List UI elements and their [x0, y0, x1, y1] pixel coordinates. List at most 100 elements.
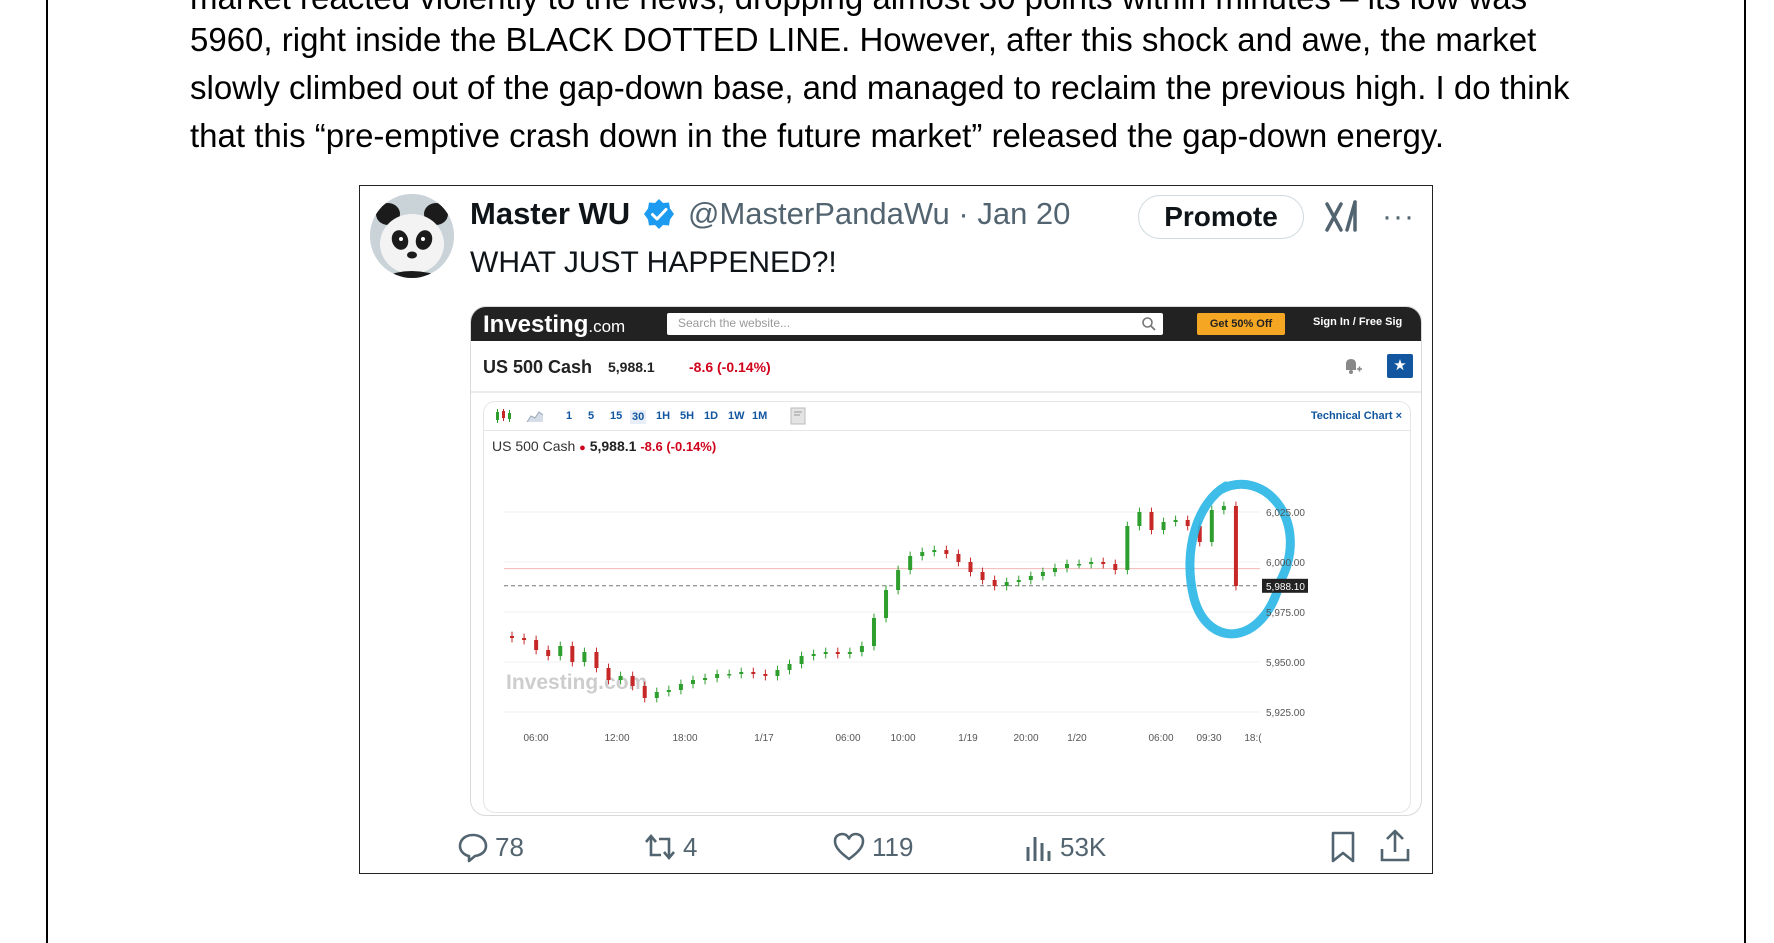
- candle: [1233, 501, 1238, 591]
- reply-count: 78: [495, 831, 524, 862]
- x-tick-label: 06:00: [523, 733, 548, 744]
- y-tick-label: 5,950.00: [1266, 658, 1305, 669]
- reply-button[interactable]: 78: [457, 830, 524, 866]
- candle: [751, 667, 756, 679]
- alert-bell-icon: [1346, 359, 1362, 374]
- candle: [703, 673, 708, 685]
- candle: [1089, 557, 1094, 569]
- analytics-icon: [1026, 837, 1051, 862]
- embedded-screenshot: Investing.com Search the website... Get …: [470, 306, 1422, 816]
- x-tick-label: 06:00: [835, 733, 860, 744]
- candle: [522, 633, 527, 645]
- author-handle-date[interactable]: @MasterPandaWu · Jan 20: [688, 196, 1070, 232]
- candle: [775, 665, 780, 681]
- candle: [835, 647, 840, 659]
- svg-text:5,988.10: 5,988.10: [1266, 582, 1305, 593]
- candle: [715, 669, 720, 683]
- candle: [799, 651, 804, 669]
- heart-icon: [833, 832, 865, 861]
- watchlist-star-icon: ★: [1387, 354, 1413, 378]
- candle: [690, 675, 695, 689]
- candle: [1185, 515, 1190, 531]
- views-button[interactable]: 53K: [1024, 830, 1106, 866]
- sign-in-link: Sign In / Free Sig: [1313, 316, 1403, 328]
- x-tick-label: 20:00: [1013, 733, 1038, 744]
- tweet-actions: 78 4 119 53K: [360, 826, 1432, 870]
- repost-button[interactable]: 4: [643, 830, 697, 866]
- candle: [666, 685, 671, 697]
- candle: [1004, 577, 1009, 591]
- doc-line-2: 5960, right inside the BLACK DOTTED LINE…: [190, 21, 1537, 58]
- candle: [1052, 563, 1057, 577]
- candle: [932, 545, 937, 557]
- doc-line-4: that this “pre-emptive crash down in the…: [190, 117, 1445, 154]
- instrument-header: US 500 Cash 5,988.1 -8.6 (-0.14%) ★: [471, 341, 1421, 393]
- candle: [582, 647, 587, 667]
- instrument-name: US 500 Cash: [483, 357, 593, 377]
- y-tick-label: 6,000.00: [1266, 558, 1305, 569]
- bookmark-icon[interactable]: [1328, 830, 1358, 864]
- candle: [1077, 559, 1082, 569]
- candle: [823, 647, 828, 659]
- page-right-border: [1744, 0, 1746, 943]
- x-tick-label: 06:00: [1148, 733, 1173, 744]
- candle: [739, 667, 744, 679]
- investing-header: Investing.com Search the website... Get …: [471, 307, 1421, 341]
- candle: [1173, 515, 1178, 527]
- investing-watermark: Investing.com: [506, 671, 647, 694]
- verified-badge-icon: [644, 199, 674, 229]
- view-count: 53K: [1060, 831, 1107, 862]
- candle: [1125, 521, 1130, 575]
- x-tick-label: 18:00: [672, 733, 697, 744]
- candle: [1137, 507, 1142, 531]
- candle: [847, 647, 852, 659]
- like-count: 119: [872, 831, 914, 862]
- candle: [594, 647, 599, 673]
- candle: [1028, 571, 1033, 585]
- author-name[interactable]: Master WU: [470, 196, 630, 232]
- candle: [546, 645, 551, 661]
- repost-icon: [645, 834, 675, 861]
- repost-count: 4: [683, 831, 698, 862]
- x-tick-label: 1/19: [958, 733, 978, 744]
- share-icon[interactable]: [1378, 828, 1412, 864]
- tweet-text: WHAT JUST HAPPENED?!: [470, 246, 837, 279]
- candle: [896, 565, 901, 595]
- candle: [727, 669, 732, 679]
- like-button[interactable]: 119: [832, 830, 913, 866]
- x-tick-label: 09:30: [1196, 733, 1221, 744]
- candle: [558, 641, 563, 661]
- chart-panel: 1 5 15 30 1H 5H 1D 1W 1M Technical Chart…: [483, 401, 1411, 813]
- reply-icon: [458, 833, 488, 863]
- candle: [968, 557, 973, 577]
- doc-line-3: slowly climbed out of the gap-down base,…: [190, 69, 1570, 106]
- instrument-change: -8.6 (-0.14%): [689, 359, 771, 375]
- candle: [654, 687, 659, 703]
- site-search-input: Search the website...: [667, 313, 1163, 335]
- last-price-tag: 5,988.10: [1262, 578, 1308, 593]
- x-tick-label: 1/17: [754, 733, 774, 744]
- candle: [811, 649, 816, 661]
- y-tick-label: 5,975.00: [1266, 608, 1305, 619]
- candle: [678, 679, 683, 695]
- x-tick-label: 1/20: [1067, 733, 1087, 744]
- investing-logo: Investing.com: [483, 311, 626, 338]
- candle: [944, 545, 949, 559]
- promote-button[interactable]: Promote: [1138, 195, 1304, 239]
- candle: [871, 613, 876, 651]
- grok-icon[interactable]: [1324, 200, 1360, 234]
- candle: [570, 641, 575, 667]
- tweet-card: Master WU @MasterPandaWu · Jan 20 WHAT J…: [359, 185, 1433, 874]
- x-tick-label: 10:00: [890, 733, 915, 744]
- candle: [1016, 575, 1021, 587]
- candle: [884, 585, 889, 623]
- avatar[interactable]: [370, 194, 454, 278]
- get-discount-button: Get 50% Off: [1197, 313, 1285, 335]
- more-options-icon[interactable]: ···: [1382, 200, 1415, 234]
- candle: [1209, 505, 1214, 547]
- y-tick-label: 5,925.00: [1266, 708, 1305, 719]
- y-tick-label: 6,025.00: [1266, 508, 1305, 519]
- candle: [908, 551, 913, 575]
- candle: [534, 635, 539, 655]
- candle: [1040, 567, 1045, 581]
